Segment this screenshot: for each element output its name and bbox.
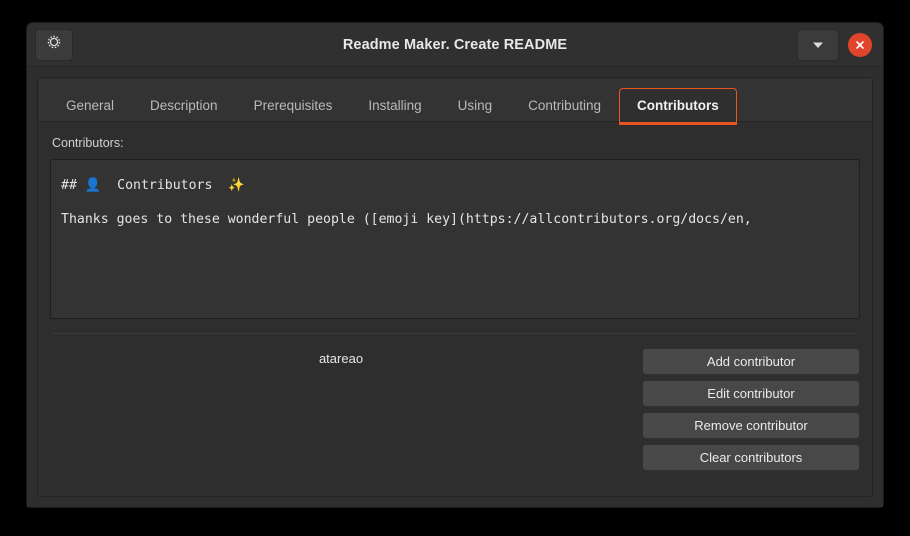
close-button[interactable] — [848, 32, 872, 57]
tab-prerequisites[interactable]: Prerequisites — [236, 88, 351, 122]
application-window: Readme Maker. Create README General Desc… — [26, 22, 884, 508]
tab-contributing[interactable]: Contributing — [510, 88, 619, 122]
window-title: Readme Maker. Create README — [342, 37, 568, 53]
tab-page-contributors: Contributors: ## 👤 Contributors ✨ Thanks… — [38, 122, 872, 496]
editor-line-1: ## 👤 Contributors ✨ — [61, 169, 849, 203]
add-contributor-button[interactable]: Add contributor — [642, 348, 860, 375]
tab-general[interactable]: General — [48, 88, 132, 122]
gear-icon-button[interactable] — [35, 28, 73, 61]
close-icon — [854, 39, 866, 51]
tab-description[interactable]: Description — [132, 88, 236, 122]
contributors-list[interactable]: atareao — [50, 348, 632, 486]
title-bar[interactable]: Readme Maker. Create README — [27, 23, 883, 67]
clear-contributors-button[interactable]: Clear contributors — [642, 444, 860, 471]
person-emoji-icon: 👤 — [84, 178, 102, 193]
window-menu-button[interactable] — [797, 28, 839, 61]
notebook: General Description Prerequisites Instal… — [37, 77, 873, 497]
tab-bar: General Description Prerequisites Instal… — [38, 78, 872, 125]
contributors-textarea[interactable]: ## 👤 Contributors ✨ Thanks goes to these… — [50, 159, 860, 319]
edit-contributor-button[interactable]: Edit contributor — [642, 380, 860, 407]
chevron-down-icon — [812, 36, 824, 54]
remove-contributor-button[interactable]: Remove contributor — [642, 412, 860, 439]
list-item[interactable]: atareao — [50, 348, 632, 369]
editor-line1-text: Contributors — [101, 178, 229, 193]
editor-line-2: Thanks goes to these wonderful people ([… — [61, 212, 752, 227]
desktop-background: Readme Maker. Create README General Desc… — [0, 0, 910, 536]
tab-using[interactable]: Using — [440, 88, 511, 122]
window-client-area: General Description Prerequisites Instal… — [27, 67, 883, 507]
editor-line1-prefix: ## — [61, 178, 85, 193]
sparkles-emoji-icon: ✨ — [228, 178, 245, 193]
contributors-bottom-section: atareao Add contributor Edit contributor… — [50, 334, 860, 486]
tab-contributors[interactable]: Contributors — [618, 88, 737, 125]
contributors-action-buttons: Add contributor Edit contributor Remove … — [632, 348, 860, 486]
gear-icon — [46, 34, 62, 55]
contributors-field-label: Contributors: — [52, 136, 124, 150]
tab-installing[interactable]: Installing — [350, 88, 439, 122]
